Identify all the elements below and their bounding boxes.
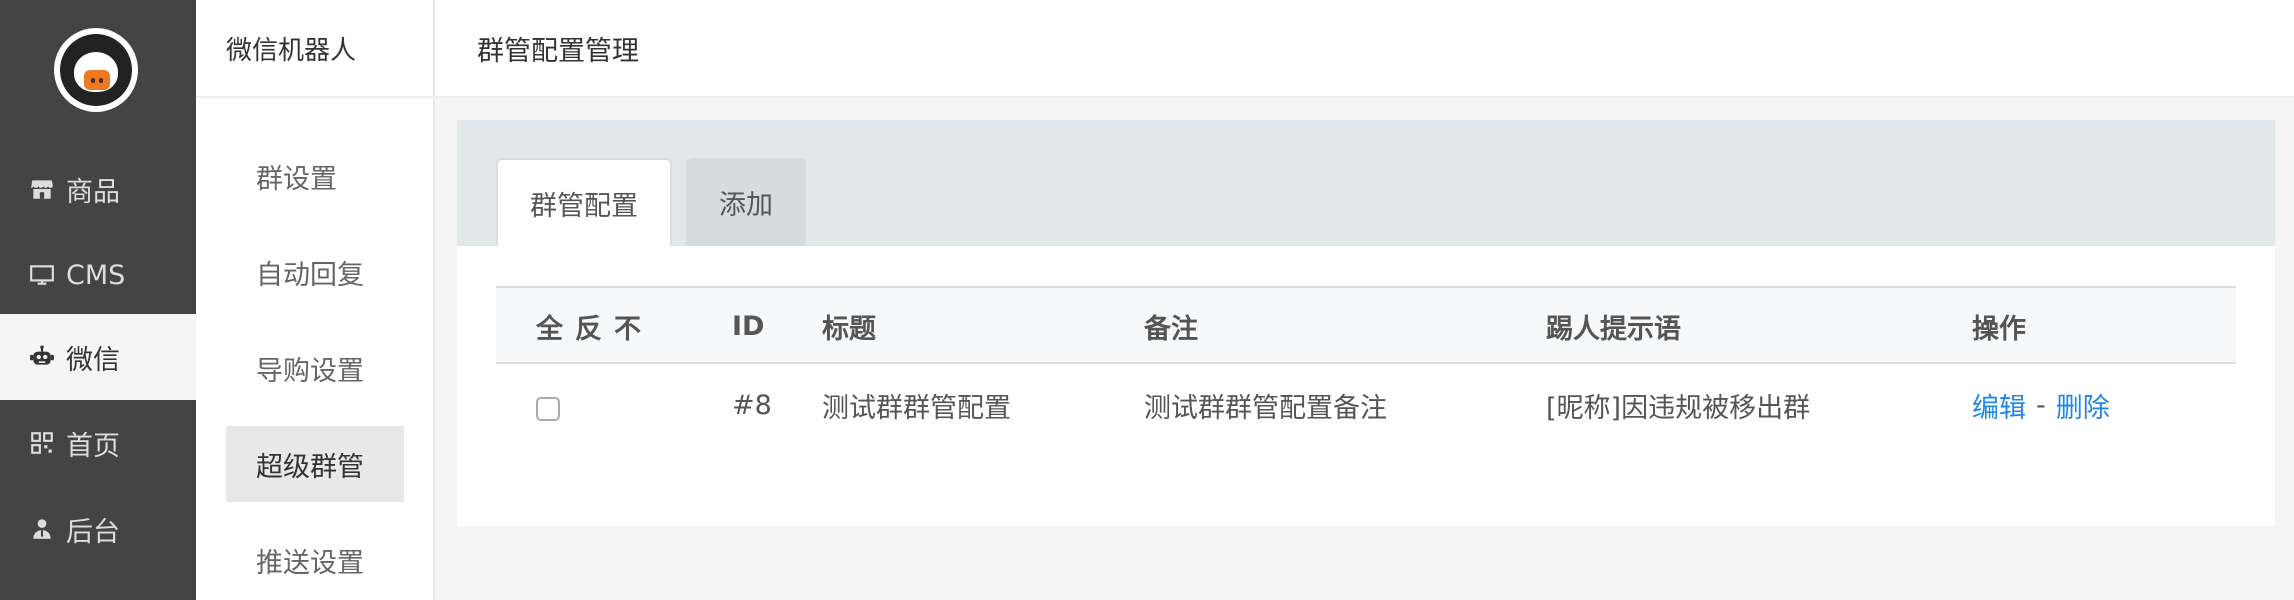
main-nav: 商品 CMS 微信 首页 后台	[0, 0, 196, 600]
row-title: 测试群群管配置	[822, 392, 1011, 424]
grid-icon	[28, 429, 56, 457]
delete-link[interactable]: 删除	[2056, 386, 2110, 425]
select-all-button[interactable]: 全	[536, 307, 563, 346]
action-separator: -	[2036, 389, 2046, 421]
user-icon	[28, 515, 56, 543]
table-header: 全 反 不 ID 标题 备注 踢人提示语 操作	[496, 286, 2236, 364]
row-actions: 编辑 - 删除	[1972, 364, 2110, 446]
row-note: 测试群群管配置备注	[1144, 392, 1387, 424]
column-header-title: 标题	[822, 313, 876, 345]
subnav-item-super-admin[interactable]: 超级群管	[226, 426, 404, 502]
tab-add[interactable]: 添加	[686, 158, 806, 246]
subnav-title: 微信机器人	[196, 0, 435, 98]
sub-nav: 微信机器人 群设置 自动回复 导购设置 超级群管 推送设置	[196, 0, 435, 600]
store-icon	[28, 175, 56, 203]
subnav-item-group-settings[interactable]: 群设置	[226, 138, 404, 214]
row-kick-msg: [昵称]因违规被移出群	[1546, 392, 1811, 424]
logo[interactable]	[54, 28, 138, 112]
nav-item-label: 微信	[66, 344, 120, 376]
page-header: 群管配置管理	[435, 0, 2294, 98]
row-checkbox[interactable]	[536, 397, 560, 421]
subnav-item-auto-reply[interactable]: 自动回复	[226, 234, 404, 310]
nav-item-cms[interactable]: CMS	[0, 232, 196, 318]
table-panel: 全 反 不 ID 标题 备注 踢人提示语 操作 #8 测试群群管配置 测试群群管…	[457, 246, 2275, 526]
nav-item-label: 首页	[66, 430, 120, 462]
nav-item-label: CMS	[66, 259, 126, 291]
page-title: 群管配置管理	[477, 35, 639, 67]
nav-item-wechat[interactable]: 微信	[0, 314, 196, 400]
logo-icon	[60, 34, 132, 106]
tab-group-config[interactable]: 群管配置	[496, 158, 672, 246]
column-header-id: ID	[732, 310, 765, 342]
select-invert-button[interactable]: 反	[575, 307, 602, 346]
subnav-item-push-settings[interactable]: 推送设置	[226, 522, 404, 598]
select-none-button[interactable]: 不	[614, 307, 641, 346]
subnav-item-shopping-guide[interactable]: 导购设置	[226, 330, 404, 406]
column-header-note: 备注	[1144, 313, 1198, 345]
column-header-actions: 操作	[1972, 313, 2026, 345]
nav-item-admin[interactable]: 后台	[0, 486, 196, 572]
row-select-cell	[536, 364, 560, 446]
row-id: #8	[732, 389, 772, 421]
edit-link[interactable]: 编辑	[1972, 386, 2026, 425]
nav-item-home[interactable]: 首页	[0, 400, 196, 486]
robot-icon	[28, 343, 56, 371]
monitor-icon	[28, 261, 56, 289]
nav-item-goods[interactable]: 商品	[0, 146, 196, 232]
tab-bar: 群管配置 添加	[457, 120, 2275, 246]
table-row: #8 测试群群管配置 测试群群管配置备注 [昵称]因违规被移出群 编辑 - 删除	[496, 364, 2236, 446]
column-header-kick-msg: 踢人提示语	[1546, 313, 1681, 345]
select-controls: 全 反 不	[536, 288, 653, 364]
nav-item-label: 商品	[66, 176, 120, 208]
nav-item-label: 后台	[66, 516, 120, 548]
